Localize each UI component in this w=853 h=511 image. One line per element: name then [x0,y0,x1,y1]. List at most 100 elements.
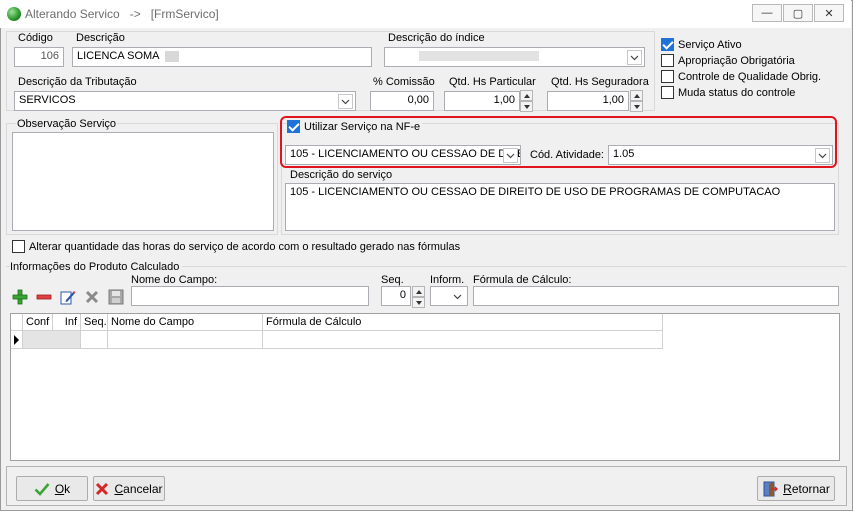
formula-input[interactable] [473,286,839,306]
servico-ativo-checkbox[interactable]: Serviço Ativo [661,38,742,51]
apropriacao-label: Apropriação Obrigatória [678,54,795,67]
maximize-button[interactable]: ▢ [783,4,813,22]
muda-status-label: Muda status do controle [678,86,796,99]
tributacao-select[interactable]: SERVICOS [14,91,356,111]
cod-atividade-select[interactable]: 1.05 [608,145,833,165]
grid-header-inf[interactable]: Inf [53,314,81,331]
app-icon [7,7,21,21]
row-pointer-icon [14,335,19,345]
observacao-textarea[interactable] [12,132,274,231]
spin-down-icon[interactable] [520,101,533,112]
minus-icon [36,294,52,300]
door-exit-icon [763,481,779,496]
ok-label: Ok [55,482,70,496]
cancel-x-icon [96,482,109,495]
codigo-input[interactable]: 106 [14,47,64,67]
ok-button[interactable]: Ok [16,476,88,501]
codigo-label: Código [18,32,53,44]
add-button[interactable] [11,288,29,306]
seq-label: Seq. [381,274,404,286]
checkbox-checked-icon[interactable] [661,38,674,51]
servico-ativo-label: Serviço Ativo [678,38,742,51]
tributacao-value: SERVICOS [19,94,76,106]
cancelar-label: Cancelar [114,482,162,496]
formula-label: Fórmula de Cálculo: [473,274,572,286]
calculado-grid[interactable]: Conf Inf Seq. Nome do Campo Fórmula de C… [10,313,840,461]
hs-seguradora-input[interactable]: 1,00 [547,91,629,111]
hs-seguradora-label: Qtd. Hs Seguradora [551,76,649,88]
table-row-cell-conf-inf[interactable] [23,331,81,349]
descricao-indice-label: Descrição do índice [388,32,485,44]
chevron-down-icon[interactable] [338,94,353,109]
maximize-icon: ▢ [792,7,804,20]
spin-up-icon[interactable] [520,90,533,101]
muda-status-checkbox[interactable]: Muda status do controle [661,86,795,99]
servico-nfe-select[interactable]: 105 - LICENCIAMENTO OU CESSAO DE DIRE [285,145,521,165]
retornar-button[interactable]: Retornar [757,476,835,501]
hs-particular-spinner[interactable] [520,90,533,112]
spin-down-icon[interactable] [412,297,425,308]
chevron-down-icon[interactable] [450,289,465,304]
window-title: Alterando Servico -> [FrmServico] [25,7,219,21]
hs-seguradora-spinner[interactable] [630,90,643,112]
comissao-input[interactable]: 0,00 [370,91,434,111]
checkbox-icon[interactable] [661,54,674,67]
observacao-title: Observação Serviço [16,118,118,130]
checkbox-icon[interactable] [12,240,25,253]
servico-nfe-value: 105 - LICENCIAMENTO OU CESSAO DE DIRE [290,148,521,160]
plus-icon [12,289,28,305]
spin-up-icon[interactable] [412,286,425,297]
spin-down-icon[interactable] [630,101,643,112]
seq-input[interactable]: 0 [381,286,411,306]
descricao-indice-select[interactable] [384,47,645,67]
checkbox-icon[interactable] [661,70,674,83]
inform-select[interactable] [430,286,468,306]
title-bar[interactable]: Alterando Servico -> [FrmServico] — ▢ ✕ [0,0,851,28]
close-button[interactable]: ✕ [814,4,844,22]
minimize-icon: — [761,7,773,19]
grid-header-conf[interactable]: Conf [23,314,53,331]
minimize-button[interactable]: — [752,4,782,22]
redacted-block [419,51,539,62]
cod-atividade-label: Cód. Atividade: [530,149,604,161]
checkbox-icon[interactable] [661,86,674,99]
grid-header-formula[interactable]: Fórmula de Cálculo [263,314,663,331]
cancelar-label-rest: ancelar [123,481,163,496]
descricao-input[interactable]: LICENCA SOMA [72,47,372,67]
table-row-cell-nome[interactable] [108,331,263,349]
close-icon: ✕ [824,7,834,20]
chevron-down-icon[interactable] [815,148,830,163]
save-button[interactable] [107,288,125,306]
delete-button[interactable] [83,288,101,306]
descricao-value: LICENCA SOMA [77,50,159,62]
hs-particular-input[interactable]: 1,00 [444,91,520,111]
spin-up-icon[interactable] [630,90,643,101]
seq-spinner[interactable] [412,286,425,308]
edit-button[interactable] [59,288,77,306]
grid-header-seq[interactable]: Seq. [81,314,108,331]
controle-qualidade-label: Controle de Qualidade Obrig. [678,70,822,83]
cancelar-button[interactable]: Cancelar [93,476,165,501]
utilizar-nfe-checkbox[interactable]: Utilizar Serviço na NF-e [287,120,423,133]
nome-campo-label: Nome do Campo: [131,274,218,286]
chevron-down-icon[interactable] [503,148,518,163]
calculado-title: Informações do Produto Calculado [10,261,183,273]
grid-header-nome-campo[interactable]: Nome do Campo [108,314,263,331]
nome-campo-input[interactable] [131,286,369,306]
utilizar-nfe-label: Utilizar Serviço na NF-e [304,120,421,133]
descricao-servico-textarea[interactable]: 105 - LICENCIAMENTO OU CESSAO DE DIREITO… [285,183,835,231]
row-indicator [11,331,23,349]
comissao-label: % Comissão [373,76,435,88]
tributacao-label: Descrição da Tributação [18,76,137,88]
table-row-cell-formula[interactable] [263,331,663,349]
remove-button[interactable] [35,288,53,306]
descricao-servico-label: Descrição do serviço [290,169,393,181]
apropriacao-checkbox[interactable]: Apropriação Obrigatória [661,54,795,67]
redacted-block [164,50,179,62]
controle-qualidade-checkbox[interactable]: Controle de Qualidade Obrig. [661,70,821,83]
checkbox-checked-icon[interactable] [287,120,300,133]
check-icon [34,482,50,496]
chevron-down-icon[interactable] [627,50,642,65]
alterar-quantidade-checkbox[interactable]: Alterar quantidade das horas do serviço … [12,240,460,253]
table-row-cell-seq[interactable] [81,331,108,349]
